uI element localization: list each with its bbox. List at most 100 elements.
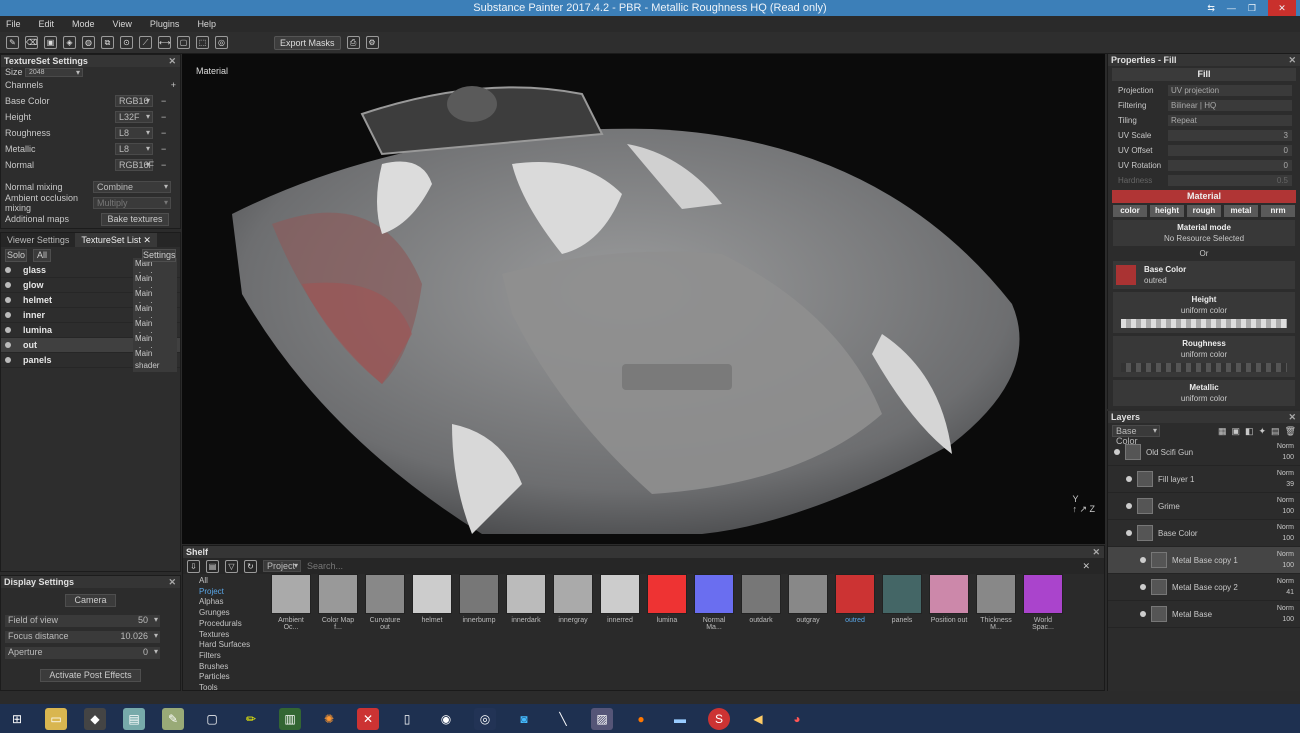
camera-icon[interactable]: ◙ — [513, 708, 535, 730]
layer-opacity[interactable]: 100 — [1282, 616, 1294, 623]
textureset-item[interactable]: panels Main shader — [1, 348, 180, 372]
layer-opacity[interactable]: 41 — [1286, 589, 1294, 596]
size-dropdown[interactable]: 2048 — [25, 67, 83, 77]
solo-button[interactable]: Solo — [5, 248, 27, 262]
paint-brush-icon[interactable]: ✎ — [6, 36, 19, 49]
shelf-thumbnail[interactable] — [412, 574, 452, 614]
projection-icon[interactable]: ▣ — [44, 36, 57, 49]
layer-row[interactable]: Metal Base copy 1 Norm 100 — [1108, 547, 1300, 574]
import-icon[interactable]: ⇩ — [187, 559, 200, 573]
focus-distance-slider[interactable]: Focus distance 10.026 — [5, 631, 160, 643]
remove-channel-icon[interactable]: − — [161, 160, 166, 170]
roughness-slider[interactable] — [1121, 363, 1287, 372]
channel-format-dropdown[interactable]: L8 — [115, 143, 153, 155]
paint-icon[interactable]: ✎ — [162, 707, 184, 730]
layer-visibility-icon[interactable] — [1126, 503, 1132, 509]
chrome-icon[interactable]: ◕ — [786, 708, 808, 730]
layer-row[interactable]: Grime Norm 100 — [1108, 493, 1300, 520]
terminal-icon[interactable]: ▥ — [279, 707, 301, 730]
notes-icon[interactable]: ▯ — [396, 708, 418, 730]
shelf-item[interactable]: innerdark — [506, 574, 546, 631]
layer-thumbnail[interactable] — [1137, 498, 1153, 514]
x-app-icon[interactable]: ✕ — [357, 707, 379, 730]
windows-start-icon[interactable]: ⊞ — [6, 708, 28, 730]
channel-format-dropdown[interactable]: L32F — [115, 111, 153, 123]
polygon-fill-icon[interactable]: ◈ — [63, 36, 76, 49]
shelf-category[interactable]: Particles — [199, 672, 261, 683]
channel-format-dropdown[interactable]: RGB16F — [115, 159, 154, 171]
shelf-thumbnail[interactable] — [506, 574, 546, 614]
shelf-category[interactable]: Grunges — [199, 608, 261, 619]
layer-visibility-icon[interactable] — [1140, 611, 1146, 617]
remove-channel-icon[interactable]: − — [161, 128, 166, 138]
delete-layer-icon[interactable]: 🗑 — [1285, 426, 1296, 437]
spaceship-model[interactable] — [182, 54, 1105, 544]
uvscale-slider[interactable]: 3 — [1168, 130, 1292, 141]
visibility-icon[interactable] — [5, 327, 11, 333]
shelf-category[interactable]: Tools — [199, 683, 261, 694]
visibility-icon[interactable] — [5, 312, 11, 318]
shelf-item[interactable]: innerred — [600, 574, 640, 631]
volume-icon[interactable]: ◀ — [747, 708, 769, 730]
shelf-item[interactable]: innerbump — [459, 574, 499, 631]
shelf-item[interactable]: lumina — [647, 574, 687, 631]
shelf-category[interactable]: Alphas — [199, 597, 261, 608]
layer-opacity[interactable]: 100 — [1282, 454, 1294, 461]
restore-icon[interactable]: ⇆ — [1207, 0, 1215, 16]
add-folder-icon[interactable]: ▤ — [1271, 426, 1280, 437]
layer-blend-mode[interactable]: Norm — [1277, 605, 1294, 612]
layer-blend-mode[interactable]: Norm — [1277, 470, 1294, 477]
bake-textures-button[interactable]: Bake textures — [101, 212, 169, 226]
layer-row[interactable]: Base Color Norm 100 — [1108, 520, 1300, 547]
layer-thumbnail[interactable] — [1151, 579, 1167, 595]
minimize-icon[interactable]: — — [1227, 0, 1236, 16]
shelf-category[interactable]: Textures — [199, 630, 261, 641]
menu-plugins[interactable]: Plugins — [150, 16, 180, 32]
panel-close-icon[interactable]: ✕ — [1092, 546, 1100, 558]
ao-mixing-dropdown[interactable]: Multiply — [93, 197, 171, 209]
clone-icon[interactable]: ⧉ — [101, 36, 114, 49]
layer-blend-mode[interactable]: Norm — [1277, 551, 1294, 558]
visibility-icon[interactable] — [5, 357, 11, 363]
layer-opacity[interactable]: 39 — [1286, 481, 1294, 488]
color-channel-toggle[interactable]: color — [1113, 205, 1147, 217]
pencil-icon[interactable]: ✏ — [240, 708, 262, 730]
menu-help[interactable]: Help — [197, 16, 216, 32]
remove-channel-icon[interactable]: − — [161, 112, 166, 122]
pen-icon[interactable]: ╲ — [552, 708, 574, 730]
smudge-icon[interactable]: ◍ — [82, 36, 95, 49]
field-of-view-slider[interactable]: Field of view 50 — [5, 615, 160, 627]
substance-painter-icon[interactable]: S — [708, 707, 730, 730]
clear-search-icon[interactable]: ✕ — [1082, 561, 1090, 572]
settings-icon[interactable]: ⚙ — [365, 36, 379, 49]
activate-post-effects-button[interactable]: Activate Post Effects — [40, 668, 141, 682]
layer-row[interactable]: Old Scifi Gun Norm 100 — [1108, 439, 1300, 466]
shelf-item[interactable]: Position out — [929, 574, 969, 631]
close-icon[interactable]: ✕ — [143, 235, 151, 245]
stroke-icon[interactable]: ⟋ — [139, 36, 152, 49]
symmetry-icon[interactable]: ⟷ — [158, 36, 171, 49]
shelf-category[interactable]: Hard Surfaces — [199, 640, 261, 651]
layer-blend-mode[interactable]: Norm — [1277, 497, 1294, 504]
menu-edit[interactable]: Edit — [39, 16, 55, 32]
tiling-dropdown[interactable]: Repeat — [1168, 115, 1292, 126]
visibility-icon[interactable] — [5, 297, 11, 303]
new-folder-icon[interactable]: ▤ — [206, 559, 219, 573]
3d-viewport[interactable]: Material Y ↑ ↗ Z — [182, 54, 1105, 544]
refresh-icon[interactable]: ↻ — [244, 559, 257, 573]
butterfly-icon[interactable]: ✺ — [318, 708, 340, 730]
layer-channel-dropdown[interactable]: Base Color — [1112, 425, 1160, 446]
remove-channel-icon[interactable]: − — [161, 96, 166, 106]
nrm-channel-toggle[interactable]: nrm — [1261, 205, 1295, 217]
document-icon[interactable]: ▢ — [201, 708, 223, 730]
projection-dropdown[interactable]: UV projection — [1168, 85, 1292, 96]
add-fill-layer-icon[interactable]: ▣ — [1231, 426, 1240, 437]
shelf-category[interactable]: Project — [199, 587, 261, 598]
shelf-thumbnail[interactable] — [647, 574, 687, 614]
shelf-thumbnail[interactable] — [1023, 574, 1063, 614]
picker-icon[interactable]: ⊙ — [120, 36, 133, 49]
shelf-item[interactable]: Curvature out — [365, 574, 405, 631]
shelf-thumbnail[interactable] — [459, 574, 499, 614]
layer-thumbnail[interactable] — [1151, 606, 1167, 622]
height-channel-toggle[interactable]: height — [1150, 205, 1184, 217]
